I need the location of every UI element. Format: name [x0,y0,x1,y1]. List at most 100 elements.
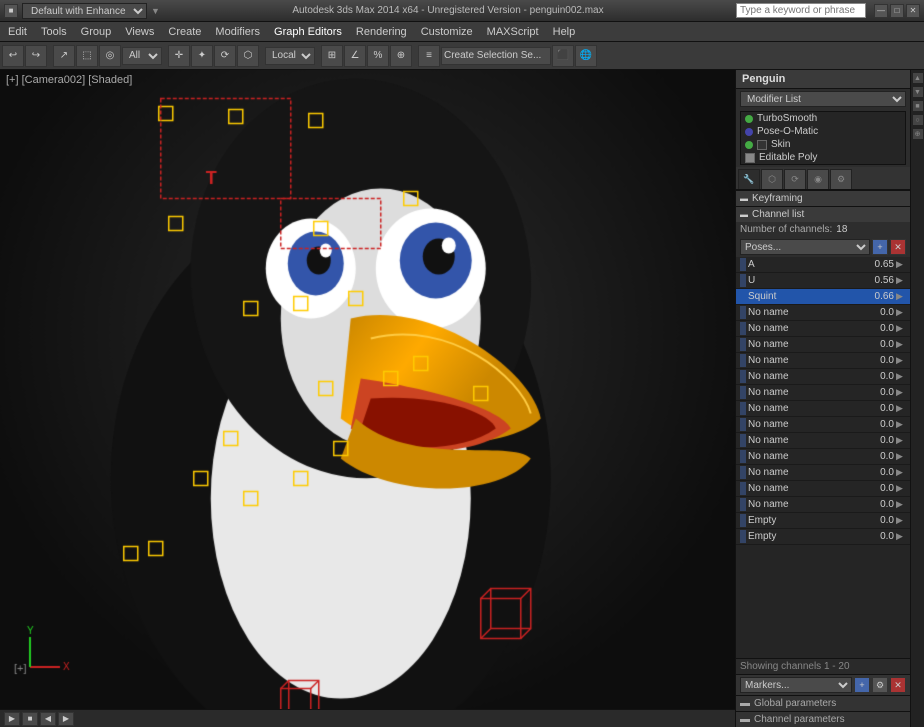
modifier-checkbox[interactable] [745,153,755,163]
channel-list-section[interactable]: ▬ Channel list [736,206,910,222]
tab-display[interactable]: ◉ [807,169,829,189]
channel-row[interactable]: No name 0.0 ▶ [736,481,910,497]
window-controls[interactable]: ■ [4,4,18,18]
viewport[interactable]: [+] [Camera002] [Shaded] ▶ ■ ◀ ▶ [0,70,735,727]
channel-row[interactable]: No name 0.0 ▶ [736,353,910,369]
channel-arrow: ▶ [896,259,906,270]
far-right-btn-4[interactable]: ○ [912,114,924,126]
layer-btn[interactable]: ≡ [418,45,440,67]
remove-channel-btn[interactable]: ✕ [890,239,906,255]
channel-params-row[interactable]: ▬ Channel parameters [736,711,910,727]
channel-arrow: ▶ [896,515,906,526]
modifier-skin[interactable]: Skin [741,138,905,151]
far-right-btn-2[interactable]: ▼ [912,86,924,98]
markers-dropdown[interactable]: Markers... [740,677,852,693]
modifier-editable-poly[interactable]: Editable Poly [741,151,905,164]
channel-row[interactable]: Squint 0.66 ▶ [736,289,910,305]
select-button[interactable]: ✛ [168,45,190,67]
channel-name: U [748,275,859,286]
menu-rendering[interactable]: Rendering [350,24,413,40]
channel-side-bar [740,290,746,303]
global-params-row[interactable]: ▬ Global parameters [736,695,910,711]
profile-dropdown[interactable]: Default with Enhance [22,3,147,19]
channel-row[interactable]: U 0.56 ▶ [736,273,910,289]
tab-modifier[interactable]: 🔧 [738,169,760,189]
dropdown-arrow[interactable]: ▼ [151,6,160,16]
poses-dropdown[interactable]: Poses... [740,239,870,255]
far-right-btn-1[interactable]: ▲ [912,72,924,84]
channel-row[interactable]: No name 0.0 ▶ [736,337,910,353]
add-channel-btn[interactable]: + [872,239,888,255]
menu-graph-editors[interactable]: Graph Editors [268,24,348,40]
channel-row[interactable]: No name 0.0 ▶ [736,305,910,321]
filter-dropdown[interactable]: All [122,47,162,65]
channel-row[interactable]: Empty 0.0 ▶ [736,529,910,545]
angle-snap[interactable]: ∠ [344,45,366,67]
menu-customize[interactable]: Customize [415,24,479,40]
modifier-checkbox[interactable] [757,140,767,150]
channel-row[interactable]: No name 0.0 ▶ [736,449,910,465]
tab-motion[interactable]: ⟳ [784,169,806,189]
close-icon[interactable]: ✕ [906,4,920,18]
tab-utilities[interactable]: ⚙ [830,169,852,189]
menu-edit[interactable]: Edit [2,24,33,40]
select-region[interactable]: ⬚ [76,45,98,67]
channel-list[interactable]: A 0.65 ▶ U 0.56 ▶ Squint 0.66 ▶ No name … [736,257,910,658]
undo-button[interactable]: ↩ [2,45,24,67]
viewport-canvas[interactable] [0,70,735,727]
channel-row[interactable]: No name 0.0 ▶ [736,465,910,481]
spinner-snap[interactable]: ⊕ [390,45,412,67]
minimize-icon[interactable]: — [874,4,888,18]
channel-value: 0.0 [859,451,894,462]
channel-row[interactable]: Empty 0.0 ▶ [736,513,910,529]
keyframing-section[interactable]: ▬ Keyframing [736,190,910,206]
channel-row[interactable]: No name 0.0 ▶ [736,401,910,417]
channel-row[interactable]: No name 0.0 ▶ [736,321,910,337]
channel-row[interactable]: No name 0.0 ▶ [736,385,910,401]
render-btn[interactable]: ⬛ [552,45,574,67]
menu-views[interactable]: Views [119,24,160,40]
menu-group[interactable]: Group [75,24,118,40]
markers-add-btn[interactable]: + [854,677,870,693]
menu-create[interactable]: Create [162,24,207,40]
menu-help[interactable]: Help [547,24,582,40]
next-frame[interactable]: ▶ [58,712,74,726]
search-input[interactable] [736,3,866,18]
modifier-poseomatic[interactable]: Pose-O-Matic [741,125,905,138]
play-button[interactable]: ▶ [4,712,20,726]
menu-modifiers[interactable]: Modifiers [209,24,266,40]
window-action-icons[interactable]: — □ ✕ [874,4,920,18]
prev-frame[interactable]: ◀ [40,712,56,726]
far-right-btn-5[interactable]: ⊕ [912,128,924,140]
channel-row[interactable]: No name 0.0 ▶ [736,369,910,385]
maximize-icon[interactable]: □ [890,4,904,18]
far-right-btn-3[interactable]: ■ [912,100,924,112]
stop-button[interactable]: ■ [22,712,38,726]
channel-value: 0.0 [859,467,894,478]
menu-maxscript[interactable]: MAXScript [481,24,545,40]
reference-dropdown[interactable]: Local [265,47,315,65]
channel-row[interactable]: No name 0.0 ▶ [736,497,910,513]
rotate-button[interactable]: ⟳ [214,45,236,67]
channel-row[interactable]: No name 0.0 ▶ [736,433,910,449]
selection-input[interactable] [441,47,551,65]
markers-settings-btn[interactable]: ⚙ [872,677,888,693]
object-name: Penguin [736,70,910,89]
channel-row[interactable]: No name 0.0 ▶ [736,417,910,433]
snap-toggle[interactable]: ⊞ [321,45,343,67]
markers-remove-btn[interactable]: ✕ [890,677,906,693]
channel-value: 0.0 [859,307,894,318]
select-tool[interactable]: ↗ [53,45,75,67]
percent-snap[interactable]: % [367,45,389,67]
env-btn[interactable]: 🌐 [575,45,597,67]
tab-hierarchy[interactable]: ⬡ [761,169,783,189]
scale-button[interactable]: ⬡ [237,45,259,67]
modifier-turboslm[interactable]: TurboSmooth [741,112,905,125]
modifier-list-dropdown[interactable]: Modifier List [740,91,906,107]
modifier-enabled-dot [745,128,753,136]
menu-tools[interactable]: Tools [35,24,73,40]
lasso-select[interactable]: ◎ [99,45,121,67]
move-button[interactable]: ✦ [191,45,213,67]
channel-row[interactable]: A 0.65 ▶ [736,257,910,273]
redo-button[interactable]: ↪ [25,45,47,67]
